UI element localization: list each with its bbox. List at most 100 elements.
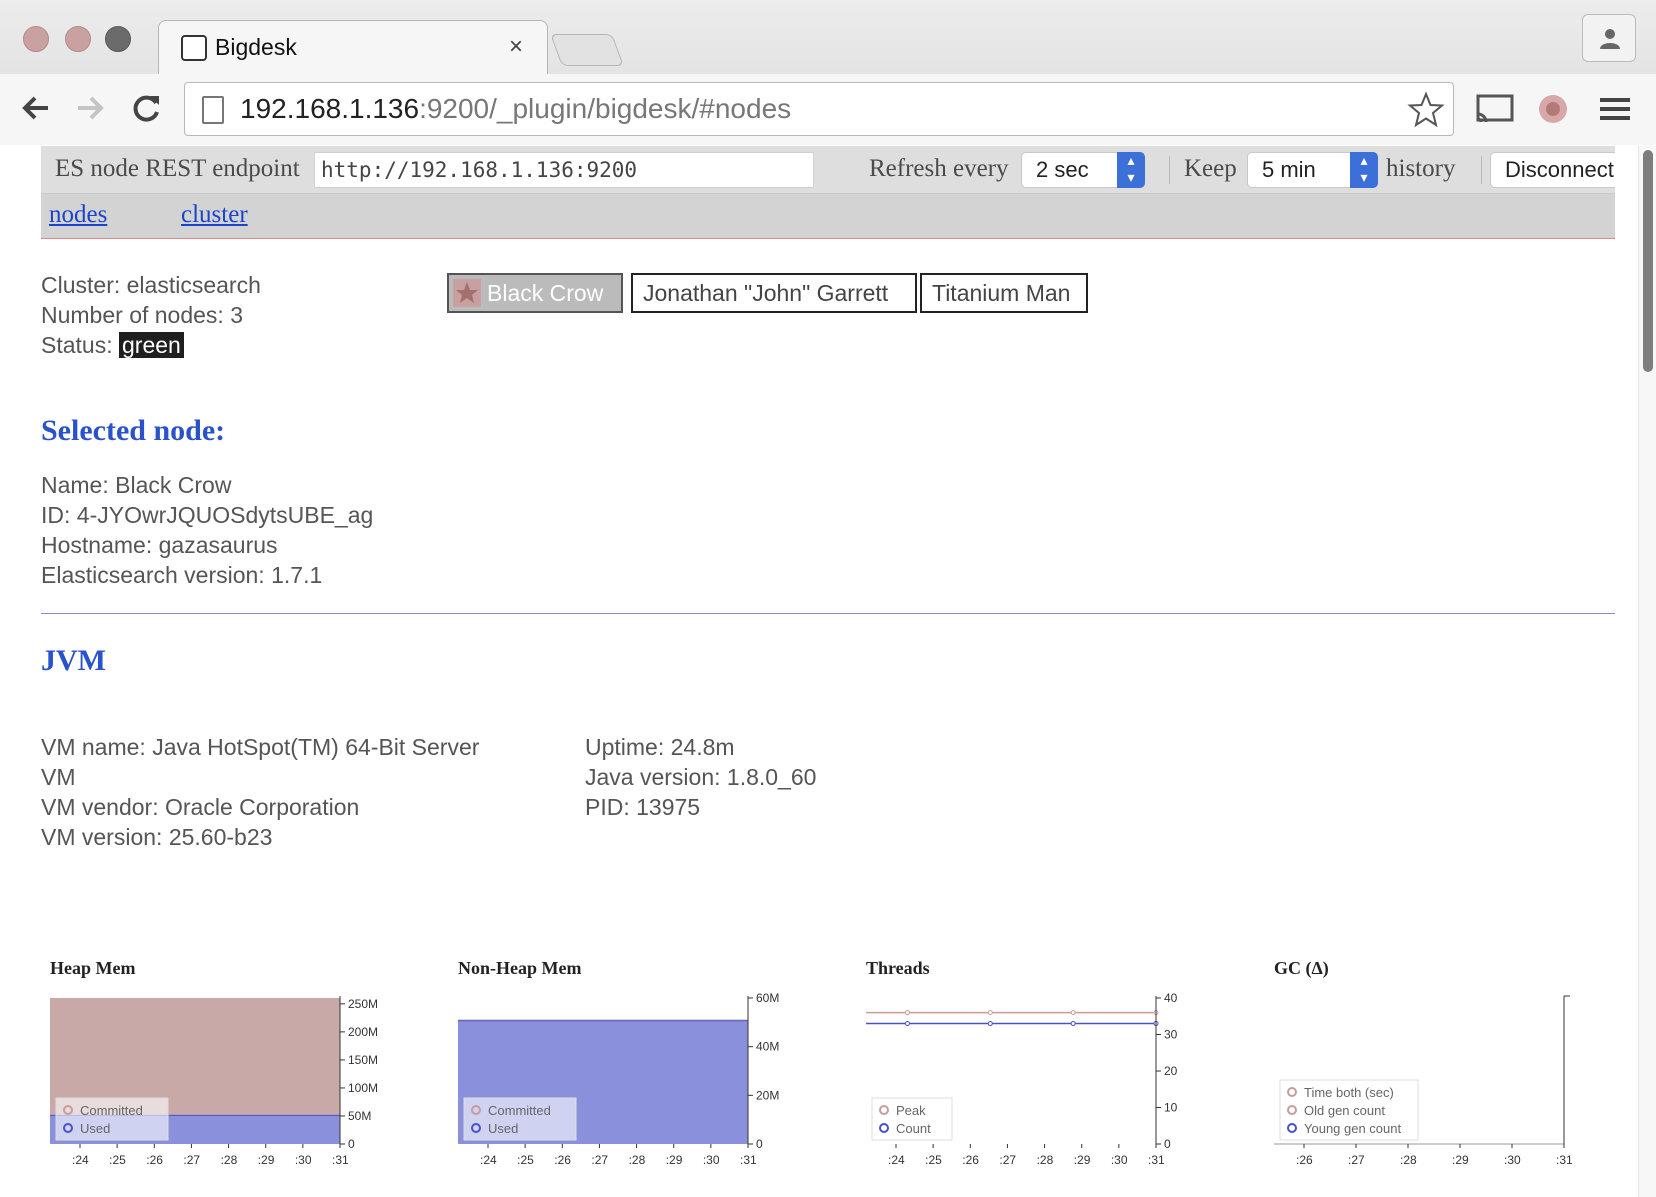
keep-label: Keep [1184,155,1237,182]
series-point [987,1021,993,1027]
jvm-vm-version: VM version: 25.60-b23 [41,824,273,850]
cluster-name: Cluster: elasticsearch [41,272,261,298]
history-label: history [1386,155,1456,182]
series-point [1070,1021,1076,1027]
reload-button[interactable] [129,90,165,126]
control-bar: ES node REST endpoint Refresh every 2 se… [41,146,1615,194]
series-point [1070,1010,1076,1016]
browser-chrome: Bigdesk × 192.168.1.136:9200/_plugin/big… [0,0,1656,145]
x-tick-label: :27 [591,1153,608,1167]
window-close-button[interactable] [23,26,49,52]
cast-icon[interactable] [1474,88,1516,130]
node-button-jonathan-john-garrett[interactable]: Jonathan "John" Garrett [631,273,917,313]
back-button[interactable] [18,90,54,126]
section-nav: nodes cluster [41,194,1615,239]
x-tick-label: :27 [183,1153,200,1167]
y-tick-label: 0 [1164,1137,1171,1151]
x-tick-label: :30 [703,1153,720,1167]
jvm-vm-vendor: VM vendor: Oracle Corporation [41,794,360,820]
node-id: ID: 4-JYOwrJQUOSdytsUBE_ag [41,502,374,528]
node-name: Name: Black Crow [41,472,232,498]
window-minimize-button[interactable] [65,26,91,52]
y-tick-label: 0 [348,1137,355,1151]
node-button-titanium-man[interactable]: Titanium Man [920,273,1088,313]
y-tick-label: 200M [348,1025,378,1039]
x-tick-label: :30 [1504,1153,1521,1167]
node-es-version: Elasticsearch version: 1.7.1 [41,562,323,588]
x-tick-label: :26 [1296,1153,1313,1167]
cluster-status: Status: green [41,332,184,359]
endpoint-label: ES node REST endpoint [55,155,300,182]
scrollbar[interactable] [1638,146,1656,1197]
back-arrow-icon [22,96,48,120]
keep-select[interactable]: 5 min ▴ ▾ [1247,152,1378,188]
x-tick-label: :29 [1074,1153,1091,1167]
tab-close-icon[interactable]: × [509,33,523,61]
gc-chart: :26:27:28:29:30:31 Time both (sec) Old gen… [1274,995,1573,1167]
node-hostname: Hostname: gazasaurus [41,532,278,558]
window-maximize-button[interactable] [105,26,131,52]
nav-link-nodes[interactable]: nodes [49,201,107,229]
browser-tab[interactable]: Bigdesk × [158,20,548,74]
node-button-black-crow[interactable]: Black Crow [447,273,623,313]
jvm-java-version: Java version: 1.8.0_60 [585,764,817,790]
y-tick-label: 20 [1164,1064,1178,1078]
jvm-pid: PID: 13975 [585,794,701,820]
endpoint-input[interactable] [314,152,814,188]
legend-label: Committed [488,1103,551,1118]
jvm-heading: JVM [41,644,106,677]
selected-node-heading: Selected node: [41,414,226,447]
chart-legend: Committed Used [55,1097,169,1141]
jvm-vm-name-cont: VM [41,764,76,790]
legend-label: Count [896,1121,931,1136]
select-updown-icon: ▴ ▾ [1350,152,1378,188]
forward-arrow-icon [78,96,104,120]
page-content: ES node REST endpoint Refresh every 2 se… [0,146,1656,1197]
new-tab-button[interactable] [550,34,624,66]
nav-link-cluster[interactable]: cluster [181,201,248,229]
x-tick-label: :24 [480,1153,497,1167]
status-label: Status: [41,332,113,358]
x-tick-label: :28 [1400,1153,1417,1167]
address-bar[interactable]: 192.168.1.136:9200/_plugin/bigdesk/#node… [184,82,1454,136]
y-tick-label: 0 [756,1137,763,1151]
x-tick-label: :31 [740,1153,757,1167]
threads-chart: 40 30 20 10 0:24:25:26:27:28:29:30:31 Peak Cou… [866,991,1178,1167]
keep-select-value: 5 min [1262,157,1316,182]
node-star-icon [453,279,481,307]
x-tick-label: :28 [1037,1153,1054,1167]
x-tick-label: :26 [146,1153,163,1167]
y-tick-label: 150M [348,1053,378,1067]
legend-label: Young gen count [1304,1121,1402,1136]
x-tick-label: :29 [1452,1153,1469,1167]
page-icon [202,96,224,124]
legend-label: Committed [80,1103,143,1118]
url-text[interactable]: 192.168.1.136:9200/_plugin/bigdesk/#node… [240,93,791,125]
y-tick-label: 100M [348,1081,378,1095]
bigdesk-favicon-icon [181,35,207,61]
person-icon [1600,29,1620,49]
menu-icon[interactable] [1594,88,1636,130]
jvm-vm-name: VM name: Java HotSpot(TM) 64-Bit Server [41,734,480,760]
x-tick-label: :31 [1556,1153,1573,1167]
separator [1169,156,1170,184]
x-tick-label: :24 [888,1153,905,1167]
y-tick-label: 20M [756,1088,779,1102]
chart-title-gc: GC (Δ) [1274,958,1329,978]
status-badge: green [119,332,184,358]
non-heap-mem-chart: 60M 40M 20M 0:24:25:26:27:28:29:30:31 Commit… [458,991,779,1167]
refresh-select[interactable]: 2 sec ▴ ▾ [1021,152,1145,188]
bookmark-star-icon[interactable] [1407,91,1445,129]
profile-button[interactable] [1582,14,1636,62]
x-tick-label: :25 [517,1153,534,1167]
disconnect-button[interactable]: Disconnect [1490,152,1615,188]
chart-legend: Peak Count [871,1097,953,1141]
forward-button[interactable] [72,90,108,126]
x-tick-label: :27 [999,1153,1016,1167]
url-path: :9200/_plugin/bigdesk/#nodes [419,93,792,124]
x-tick-label: :24 [72,1153,89,1167]
chart-title-heap: Heap Mem [50,958,136,978]
scrollbar-thumb[interactable] [1643,150,1653,372]
extension-icon[interactable] [1532,88,1574,130]
node-label: Jonathan "John" Garrett [643,280,889,306]
